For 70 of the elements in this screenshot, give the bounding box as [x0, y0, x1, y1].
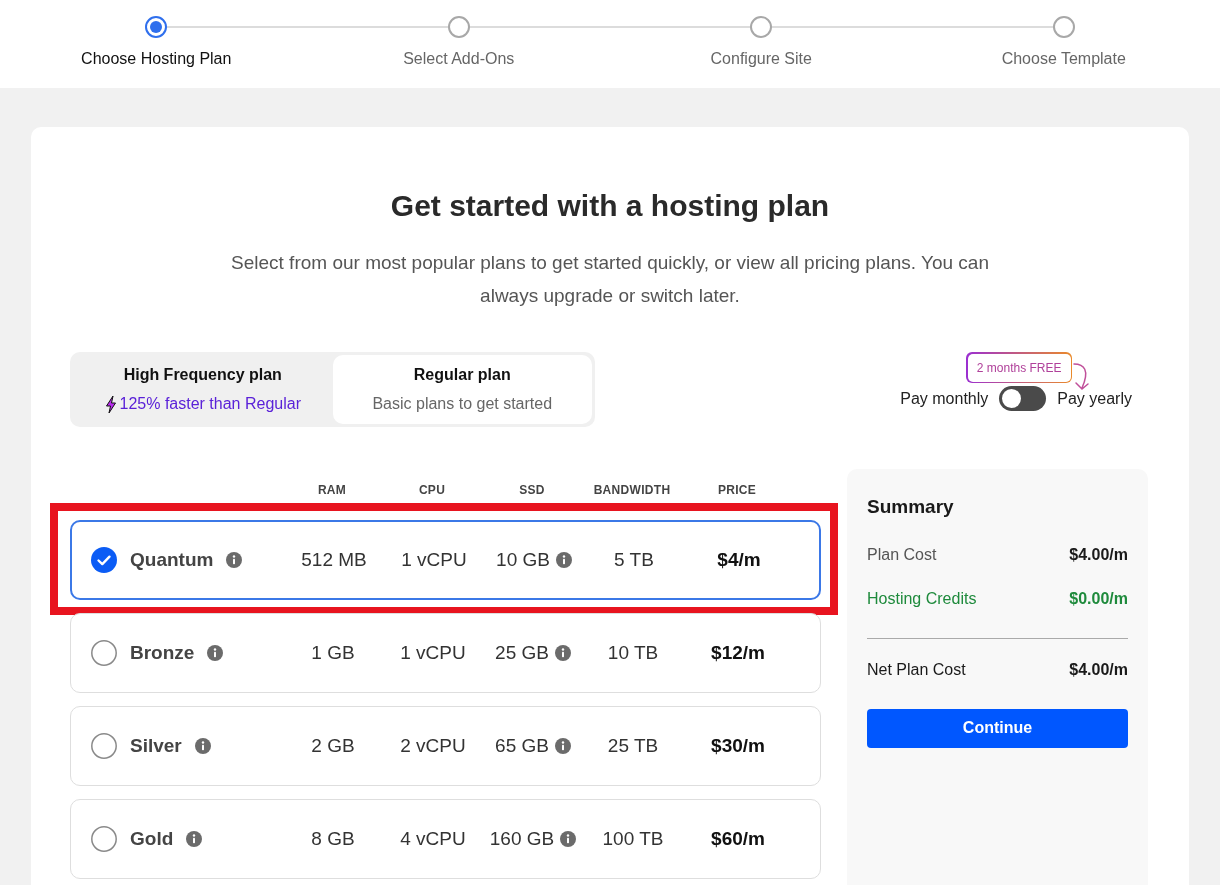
plan-row[interactable]: Gold 8 GB 4 vCPU 160 GB 100 TB $60/m: [70, 799, 821, 879]
curved-arrow-icon: [1072, 362, 1092, 392]
ssd-value: 10 GB: [496, 547, 550, 572]
summary-value: $0.00/m: [1069, 588, 1128, 609]
info-icon[interactable]: [555, 552, 572, 568]
plan-type-tab[interactable]: Regular plan Basic plans to get started: [332, 355, 592, 424]
step-label: Choose Hosting Plan: [81, 49, 232, 69]
info-icon[interactable]: [226, 552, 243, 568]
summary-value: $4.00/m: [1069, 544, 1128, 565]
free-months-badge: 2 months FREE: [966, 352, 1072, 383]
bandwidth-value: 25 TB: [606, 733, 660, 758]
total-value: $4.00/m: [1069, 659, 1128, 680]
ram-value: 2 GB: [310, 733, 356, 758]
price-value: $30/m: [710, 733, 766, 758]
plan-row[interactable]: Bronze 1 GB 1 vCPU 25 GB 10 TB $12/m: [70, 613, 821, 693]
pay-monthly-label: Pay monthly: [900, 388, 989, 409]
radio-button[interactable]: [91, 826, 117, 852]
info-icon[interactable]: [186, 831, 203, 847]
pay-yearly-label: Pay yearly: [1057, 388, 1132, 409]
step-label: Select Add-Ons: [403, 49, 515, 69]
page-subtitle: Select from our most popular plans to get started quickly, or view all pricing plans. You can always upgrade or switch later.: [230, 251, 990, 308]
summary-label: Plan Cost: [867, 544, 937, 565]
info-icon[interactable]: [207, 645, 224, 661]
ram-value: 512 MB: [300, 547, 368, 572]
billing-toggle[interactable]: [999, 386, 1047, 411]
page-title: Get started with a hosting plan: [389, 188, 831, 224]
plan-type-tab[interactable]: High Frequency plan 125% faster than Regular: [73, 355, 333, 424]
price-value: $12/m: [710, 640, 766, 665]
bandwidth-value: 10 TB: [606, 640, 660, 665]
lightning-icon: [104, 394, 117, 414]
plan-type-subtitle: 125% faster than Regular: [119, 394, 301, 414]
plan-name: Gold: [130, 826, 174, 851]
ssd-value: 160 GB: [489, 826, 555, 851]
step-label: Configure Site: [710, 49, 812, 69]
radio-checked-icon[interactable]: [91, 547, 117, 573]
radio-button[interactable]: [91, 640, 117, 666]
price-value: $60/m: [710, 826, 766, 851]
ssd-value: 25 GB: [495, 640, 549, 665]
cpu-value: 4 vCPU: [399, 826, 467, 851]
ram-value: 8 GB: [310, 826, 356, 851]
summary-label: Hosting Credits: [867, 588, 977, 609]
bandwidth-value: 100 TB: [601, 826, 665, 851]
plan-name: Quantum: [130, 547, 214, 572]
summary-title: Summary: [867, 495, 955, 519]
ram-value: 1 GB: [310, 640, 356, 665]
ssd-value: 65 GB: [495, 733, 549, 758]
continue-button[interactable]: Continue: [867, 708, 1128, 748]
column-header: BANDWIDTH: [592, 482, 672, 499]
plan-row[interactable]: Silver 2 GB 2 vCPU 65 GB 25 TB $30/m: [70, 706, 821, 786]
bandwidth-value: 5 TB: [613, 547, 655, 572]
cpu-value: 2 vCPU: [399, 733, 467, 758]
info-icon[interactable]: [554, 738, 571, 754]
radio-button[interactable]: [91, 733, 117, 759]
info-icon[interactable]: [554, 645, 571, 661]
plan-type-subtitle: Basic plans to get started: [372, 394, 553, 414]
price-value: $4/m: [716, 547, 762, 572]
cpu-value: 1 vCPU: [399, 640, 467, 665]
cpu-value: 1 vCPU: [400, 547, 468, 572]
step-label: Choose Template: [1001, 49, 1126, 69]
column-header: SSD: [518, 482, 546, 499]
column-header: PRICE: [716, 482, 758, 499]
plan-name: Silver: [130, 733, 182, 758]
column-header: CPU: [417, 482, 447, 499]
info-icon[interactable]: [560, 831, 577, 847]
plan-name: Bronze: [130, 640, 195, 665]
total-label: Net Plan Cost: [867, 659, 966, 680]
plan-row[interactable]: Quantum 512 MB 1 vCPU 10 GB 5 TB $4/m: [70, 520, 821, 600]
step-indicator[interactable]: [145, 16, 168, 38]
info-icon[interactable]: [194, 738, 211, 754]
column-header: RAM: [316, 482, 348, 499]
